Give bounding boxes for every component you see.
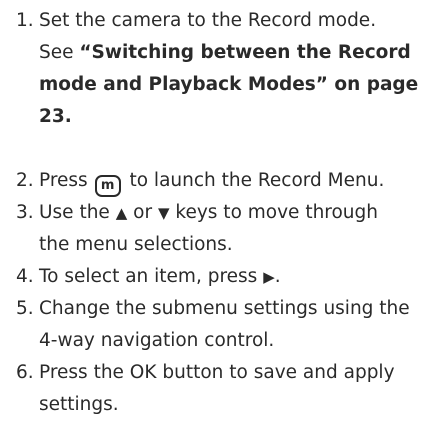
step-text: Set the camera to the Record mode. — [39, 10, 377, 31]
step-text: or — [133, 202, 153, 223]
step-text: Use the — [39, 202, 110, 223]
step-reference: See “Switching between the Record — [39, 37, 428, 69]
right-arrow-icon: ▶ — [263, 268, 275, 286]
step-number: 6. — [16, 362, 34, 383]
step-1: 1. Set the camera to the Record mode. Se… — [16, 5, 428, 133]
step-text: keys to move through — [175, 202, 379, 223]
step-text: Change the submenu settings using the — [39, 298, 410, 319]
step-6: 6. Press the OK button to save and apply… — [16, 357, 428, 421]
step-number: 1. — [16, 10, 34, 31]
step-5: 5. Change the submenu settings using the… — [16, 293, 428, 357]
step-number: 2. — [16, 170, 34, 191]
step-text: Press — [39, 170, 88, 191]
reference-link-text: “Switching between the Record — [79, 42, 411, 63]
step-text: settings. — [39, 394, 119, 415]
step-number: 3. — [16, 202, 34, 223]
step-text: Press the OK button to save and apply — [39, 362, 395, 383]
step-text: to launch the Record Menu. — [129, 170, 385, 191]
reference-page-number: 23. — [39, 106, 72, 127]
step-text: To select an item, press — [39, 266, 258, 287]
instruction-list: 1. Set the camera to the Record mode. Se… — [16, 5, 428, 421]
step-4: 4. To select an item, press ▶. — [16, 261, 428, 293]
step-2: 2. Press m to launch the Record Menu. — [16, 165, 428, 197]
reference-link-text-cont: mode and Playback Modes” on page — [39, 74, 419, 95]
reference-prefix: See — [39, 42, 80, 63]
step-number: 4. — [16, 266, 34, 287]
menu-key-icon: m — [94, 175, 121, 197]
up-arrow-icon: ▲ — [115, 204, 128, 222]
down-arrow-icon: ▼ — [157, 204, 170, 222]
step-number: 5. — [16, 298, 34, 319]
step-3: 3. Use the ▲ or ▼ keys to move through t… — [16, 197, 428, 261]
step-text: the menu selections. — [39, 234, 233, 255]
step-text: 4-way navigation control. — [39, 330, 275, 351]
step-text: . — [274, 266, 281, 287]
